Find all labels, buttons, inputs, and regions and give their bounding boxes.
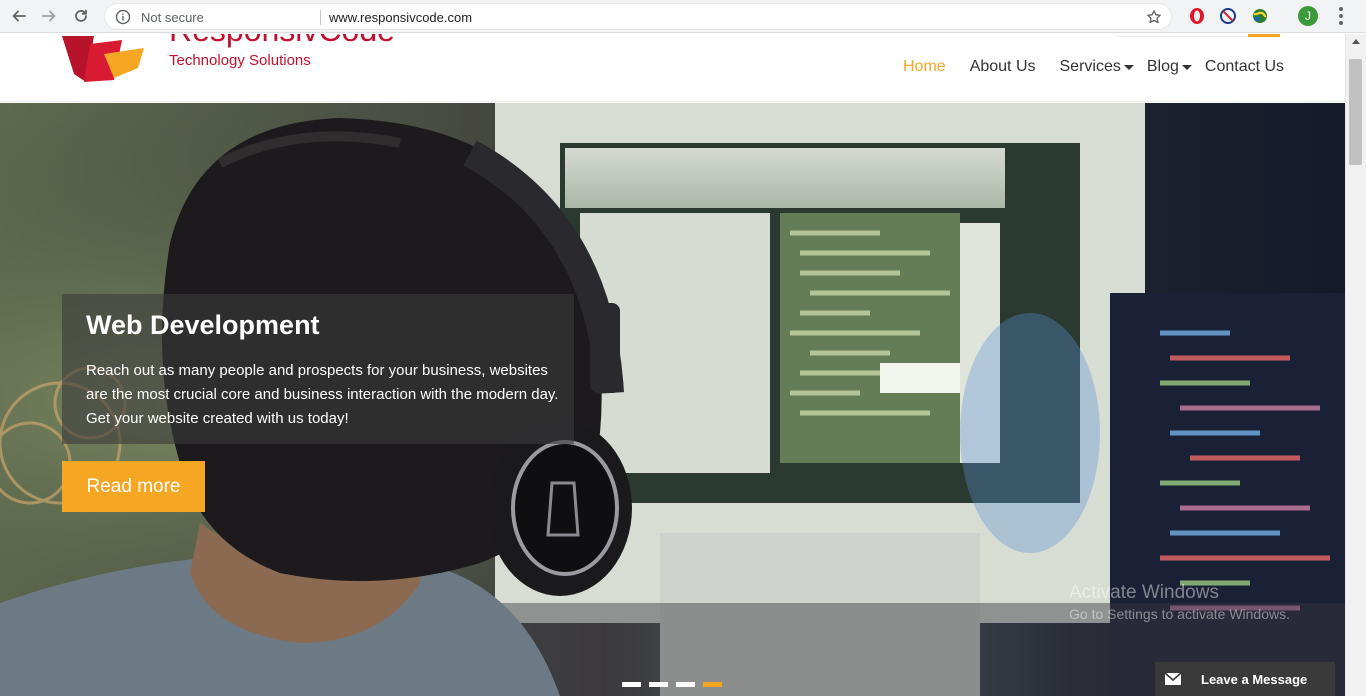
main-navigation: Home About Us Services Blog Contact Us bbox=[903, 58, 1308, 76]
windows-activation-watermark: Activate Windows Go to Settings to activ… bbox=[1069, 582, 1290, 622]
chevron-down-icon bbox=[1181, 65, 1192, 70]
nav-services-label: Services bbox=[1059, 58, 1121, 75]
star-icon[interactable] bbox=[1146, 9, 1162, 25]
nav-blog[interactable]: Blog bbox=[1147, 58, 1192, 76]
watermark-subtitle: Go to Settings to activate Windows. bbox=[1069, 606, 1290, 622]
security-status-label: Not secure bbox=[141, 10, 204, 25]
scroll-thumb[interactable] bbox=[1349, 59, 1362, 165]
browser-toolbar: Not secure J bbox=[0, 0, 1366, 33]
omnibox-separator bbox=[320, 10, 321, 25]
nav-blog-label: Blog bbox=[1146, 58, 1179, 75]
slide-caption: Web Development Reach out as many people… bbox=[62, 294, 574, 444]
site-header: ResponsivCode Technology Solutions Home … bbox=[0, 34, 1345, 102]
block-icon bbox=[1220, 8, 1236, 24]
slide-title: Web Development bbox=[86, 310, 320, 340]
info-icon[interactable] bbox=[115, 9, 131, 25]
header-accent-bar bbox=[1248, 34, 1280, 37]
watermark-title: Activate Windows bbox=[1069, 582, 1219, 603]
reload-icon bbox=[75, 9, 87, 22]
carousel-indicator-active[interactable] bbox=[703, 682, 722, 687]
opera-icon bbox=[1190, 8, 1204, 24]
forward-arrow-icon bbox=[42, 10, 56, 22]
globe-extension-button[interactable] bbox=[1251, 7, 1269, 25]
nav-about-us[interactable]: About Us bbox=[970, 58, 1036, 76]
url-input[interactable] bbox=[329, 6, 1129, 28]
back-button[interactable] bbox=[8, 5, 30, 27]
leave-message-label: Leave a Message bbox=[1201, 671, 1308, 687]
scroll-up-arrow-icon[interactable] bbox=[1352, 39, 1360, 44]
mail-icon bbox=[1165, 673, 1181, 685]
more-vert-icon[interactable] bbox=[1332, 7, 1350, 25]
nav-home[interactable]: Home bbox=[903, 58, 946, 76]
site-logo[interactable] bbox=[60, 34, 150, 82]
header-search-edge bbox=[1118, 36, 1258, 37]
globe-extension-icon bbox=[1253, 9, 1267, 23]
carousel-indicators bbox=[622, 682, 722, 687]
address-bar[interactable]: Not secure bbox=[104, 3, 1172, 30]
nav-services[interactable]: Services bbox=[1060, 58, 1134, 76]
chevron-down-icon bbox=[1123, 65, 1134, 70]
nav-contact-us[interactable]: Contact Us bbox=[1205, 58, 1284, 76]
opera-extension-button[interactable] bbox=[1188, 7, 1206, 25]
read-more-button[interactable]: Read more bbox=[62, 461, 205, 512]
brand-name: ResponsivCode bbox=[169, 34, 395, 49]
forward-button[interactable] bbox=[38, 5, 60, 27]
carousel-indicator[interactable] bbox=[649, 682, 668, 687]
profile-avatar[interactable]: J bbox=[1298, 6, 1318, 26]
page-scrollbar[interactable] bbox=[1345, 34, 1366, 696]
carousel-indicator[interactable] bbox=[622, 682, 641, 687]
slide-description: Reach out as many people and prospects f… bbox=[86, 362, 559, 427]
leave-message-button[interactable]: Leave a Message bbox=[1155, 662, 1335, 696]
block-extension-button[interactable] bbox=[1219, 7, 1237, 25]
web-page: ResponsivCode Technology Solutions Home … bbox=[0, 34, 1345, 696]
back-arrow-icon bbox=[12, 10, 26, 22]
reload-button[interactable] bbox=[70, 5, 92, 27]
brand-tagline: Technology Solutions bbox=[169, 52, 311, 69]
carousel-indicator[interactable] bbox=[676, 682, 695, 687]
